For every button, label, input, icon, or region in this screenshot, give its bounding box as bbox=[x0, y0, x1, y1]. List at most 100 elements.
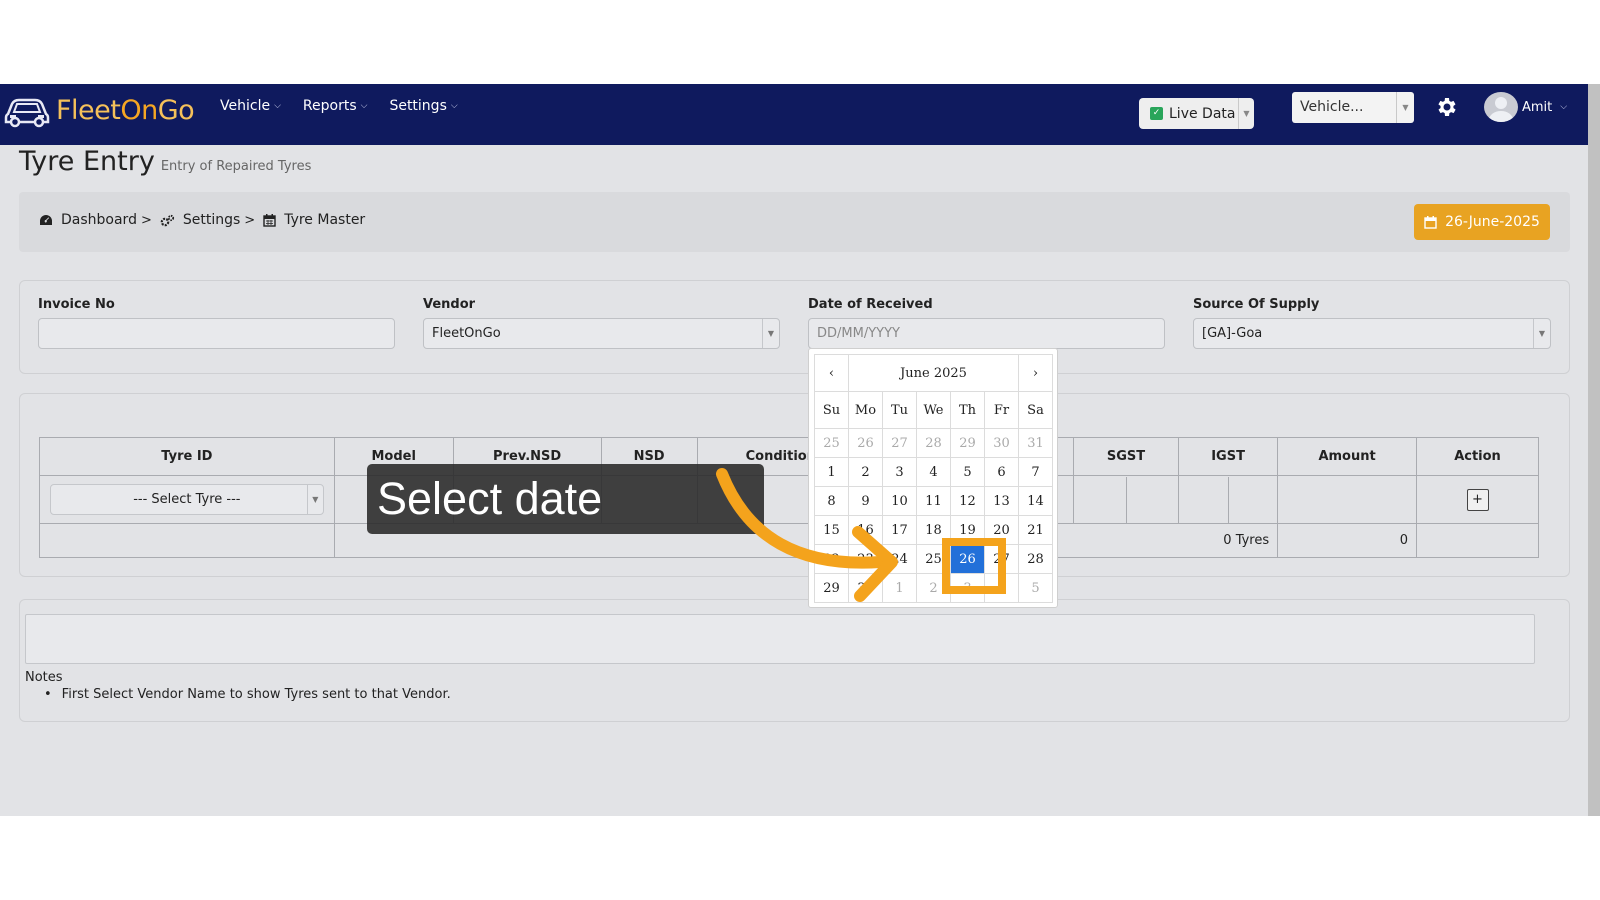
chevron-right-icon: › bbox=[1032, 365, 1039, 381]
nav-item-vehicle[interactable]: Vehicle ⌵ bbox=[220, 98, 281, 114]
add-row-button[interactable]: + bbox=[1466, 488, 1489, 511]
day-cell[interactable]: 1 bbox=[882, 573, 917, 603]
nav-item-settings[interactable]: Settings ⌵ bbox=[389, 98, 457, 114]
day-cell[interactable]: 31 bbox=[1018, 428, 1053, 458]
page-subtitle: Entry of Repaired Tyres bbox=[160, 159, 312, 174]
vendor-label: Vendor bbox=[423, 297, 476, 312]
cogs-icon bbox=[160, 214, 174, 226]
day-cell[interactable]: 27 bbox=[882, 428, 917, 458]
column-header: Action bbox=[1416, 437, 1539, 476]
calendar-icon bbox=[263, 213, 276, 227]
invoice-form-card: Invoice No Vendor FleetOnGo ▼ Date of Rec… bbox=[19, 280, 1570, 374]
day-cell[interactable]: 29 bbox=[950, 428, 985, 458]
day-cell[interactable]: 5 bbox=[950, 457, 985, 487]
day-cell[interactable]: 11 bbox=[916, 486, 951, 516]
day-cell[interactable]: 7 bbox=[1018, 457, 1053, 487]
chevron-down-icon: ⌵ bbox=[274, 101, 281, 111]
breadcrumb-settings[interactable]: Settings bbox=[160, 212, 240, 228]
day-cell[interactable]: 12 bbox=[950, 486, 985, 516]
day-cell[interactable]: 29 bbox=[814, 573, 849, 603]
car-logo-icon bbox=[4, 98, 50, 128]
day-cell[interactable]: 5 bbox=[1018, 573, 1053, 603]
vendor-value: FleetOnGo bbox=[432, 326, 501, 341]
day-cell[interactable]: 26 bbox=[848, 428, 883, 458]
vehicle-select[interactable]: Vehicle... ▼ bbox=[1292, 92, 1414, 123]
bullet: • bbox=[44, 687, 52, 702]
live-data-button[interactable]: ✓ Live Data ▼ bbox=[1139, 98, 1254, 129]
day-cell[interactable]: 14 bbox=[1018, 486, 1053, 516]
sgst-amount bbox=[1127, 477, 1179, 523]
column-header: SGST bbox=[1072, 437, 1180, 476]
caret-down-icon[interactable]: ▼ bbox=[1238, 98, 1254, 129]
total-amount: 0 bbox=[1399, 533, 1408, 548]
prev-month-button[interactable]: ‹ bbox=[814, 354, 849, 392]
breadcrumb-tyre-master[interactable]: Tyre Master bbox=[263, 212, 365, 228]
notes-card: Notes • First Select Vendor Name to show … bbox=[19, 599, 1570, 722]
day-cell[interactable]: 1 bbox=[814, 457, 849, 487]
top-navbar: FleetOnGo Vehicle ⌵ Reports ⌵ Settings ⌵ ✓ … bbox=[0, 84, 1588, 145]
column-header: Amount bbox=[1277, 437, 1417, 476]
day-cell[interactable]: 15 bbox=[814, 515, 849, 545]
day-cell[interactable]: 3 bbox=[882, 457, 917, 487]
remarks-textarea[interactable] bbox=[25, 614, 1535, 664]
page-title: Tyre Entry Entry of Repaired Tyres bbox=[19, 146, 311, 177]
day-cell[interactable]: 4 bbox=[916, 457, 951, 487]
week-row: 25 26 27 28 29 30 31 bbox=[814, 428, 1053, 458]
month-label[interactable]: June 2025 bbox=[848, 354, 1019, 392]
day-cell[interactable]: 8 bbox=[814, 486, 849, 516]
day-cell[interactable]: 10 bbox=[882, 486, 917, 516]
week-row: 29 30 1 2 3 4 5 bbox=[814, 573, 1053, 603]
day-cell[interactable]: 13 bbox=[984, 486, 1019, 516]
brand-logo[interactable]: FleetOnGo bbox=[4, 92, 195, 128]
date-received-input[interactable]: DD/MM/YYYY bbox=[808, 318, 1165, 349]
breadcrumb-dashboard[interactable]: Dashboard bbox=[39, 212, 137, 228]
date-received-placeholder: DD/MM/YYYY bbox=[817, 326, 900, 341]
day-cell[interactable]: 17 bbox=[882, 515, 917, 545]
caret-down-icon: ▼ bbox=[306, 485, 323, 514]
caret-down-icon[interactable]: ▼ bbox=[1396, 92, 1414, 123]
date-picker: ‹ June 2025 › Su Mo Tu We Th Fr Sa 25 26… bbox=[808, 348, 1058, 608]
vertical-scrollbar[interactable] bbox=[1588, 84, 1600, 816]
live-data-label: Live Data bbox=[1169, 105, 1236, 122]
current-date-button[interactable]: 26-June-2025 bbox=[1414, 204, 1550, 240]
app-frame: FleetOnGo Vehicle ⌵ Reports ⌵ Settings ⌵ ✓ … bbox=[0, 84, 1600, 816]
user-menu[interactable]: Amit ⌵ bbox=[1484, 92, 1567, 122]
table-cell bbox=[1277, 475, 1417, 524]
week-row: 1 2 3 4 5 6 7 bbox=[814, 457, 1053, 487]
day-cell[interactable]: 22 bbox=[814, 544, 849, 574]
invoice-no-label: Invoice No bbox=[38, 297, 115, 312]
chevron-down-icon: ⌵ bbox=[450, 101, 458, 111]
day-cell[interactable]: 9 bbox=[848, 486, 883, 516]
table-row: --- Select Tyre --- ▼ + bbox=[39, 475, 1539, 524]
day-cell[interactable]: 28 bbox=[1018, 544, 1053, 574]
day-cell[interactable]: 28 bbox=[916, 428, 951, 458]
day-cell[interactable]: 25 bbox=[814, 428, 849, 458]
day-cell[interactable]: 2 bbox=[848, 457, 883, 487]
day-cell[interactable]: 24 bbox=[882, 544, 917, 574]
table-cell: + bbox=[1416, 475, 1539, 524]
total-tyres: 0 Tyres bbox=[1223, 533, 1270, 548]
month-label-text: June 2025 bbox=[900, 365, 967, 381]
day-cell[interactable]: 30 bbox=[984, 428, 1019, 458]
chevron-left-icon: ‹ bbox=[828, 365, 835, 381]
day-cell[interactable]: 16 bbox=[848, 515, 883, 545]
select-tyre-dropdown[interactable]: --- Select Tyre --- ▼ bbox=[49, 484, 324, 515]
source-of-supply-select[interactable]: [GA]-Goa ▼ bbox=[1193, 318, 1551, 349]
tyre-table: Tyre ID Model Prev.NSD NSD Condition SGS… bbox=[39, 437, 1539, 558]
breadcrumb-separator: > bbox=[244, 212, 256, 228]
breadcrumb-label: Settings bbox=[182, 212, 241, 228]
tooltip-text: Select date bbox=[377, 473, 603, 524]
sgst-rate bbox=[1074, 476, 1127, 523]
invoice-no-input[interactable] bbox=[38, 318, 395, 349]
nav-item-reports[interactable]: Reports ⌵ bbox=[303, 98, 368, 114]
day-cell[interactable]: 6 bbox=[984, 457, 1019, 487]
notes-title: Notes bbox=[25, 670, 63, 685]
next-month-button[interactable]: › bbox=[1018, 354, 1053, 392]
gear-icon[interactable] bbox=[1435, 95, 1459, 119]
total-amount-cell: 0 bbox=[1277, 523, 1417, 558]
day-cell[interactable]: 30 bbox=[848, 573, 883, 603]
day-cell[interactable]: 21 bbox=[1018, 515, 1053, 545]
vendor-select[interactable]: FleetOnGo ▼ bbox=[423, 318, 780, 349]
column-header: IGST bbox=[1178, 437, 1279, 476]
day-cell[interactable]: 23 bbox=[848, 544, 883, 574]
